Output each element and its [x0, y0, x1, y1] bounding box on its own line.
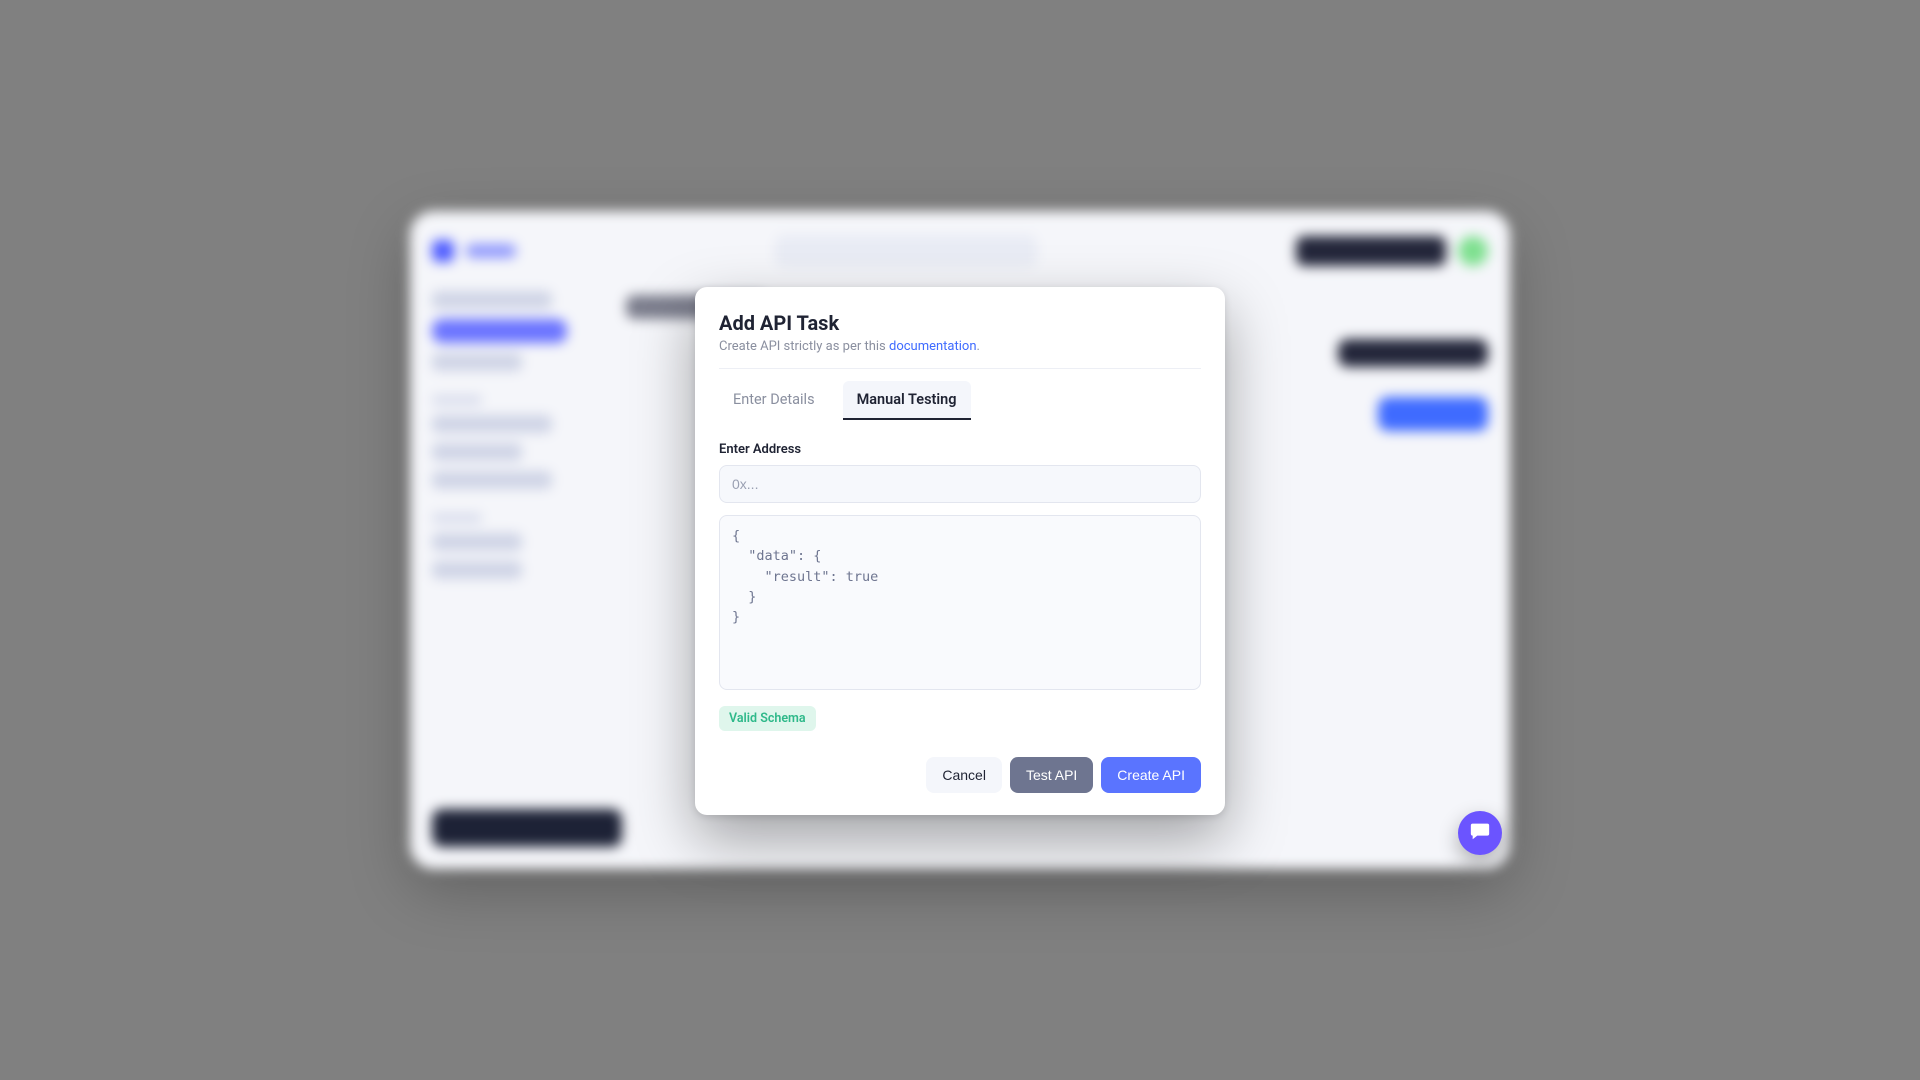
chat-fab[interactable]: [1458, 811, 1502, 855]
chat-icon: [1469, 820, 1491, 846]
cancel-button[interactable]: Cancel: [926, 757, 1002, 793]
modal-subtitle-suffix: .: [977, 339, 980, 354]
create-api-button[interactable]: Create API: [1101, 757, 1201, 793]
modal-divider: [719, 368, 1201, 369]
modal-actions: Cancel Test API Create API: [719, 757, 1201, 793]
address-label: Enter Address: [719, 442, 1201, 457]
modal-subtitle: Create API strictly as per this document…: [719, 339, 1201, 354]
modal-subtitle-prefix: Create API strictly as per this: [719, 339, 889, 354]
documentation-link[interactable]: documentation: [889, 339, 977, 354]
tab-manual-testing[interactable]: Manual Testing: [843, 381, 971, 420]
schema-textarea[interactable]: [719, 515, 1201, 690]
modal-title: Add API Task: [719, 311, 1201, 335]
modal-tabs: Enter Details Manual Testing: [719, 381, 1201, 420]
address-input[interactable]: [719, 465, 1201, 503]
valid-schema-badge: Valid Schema: [719, 706, 816, 731]
add-api-task-modal: Add API Task Create API strictly as per …: [695, 287, 1225, 815]
tab-enter-details[interactable]: Enter Details: [719, 381, 829, 420]
test-api-button[interactable]: Test API: [1010, 757, 1093, 793]
